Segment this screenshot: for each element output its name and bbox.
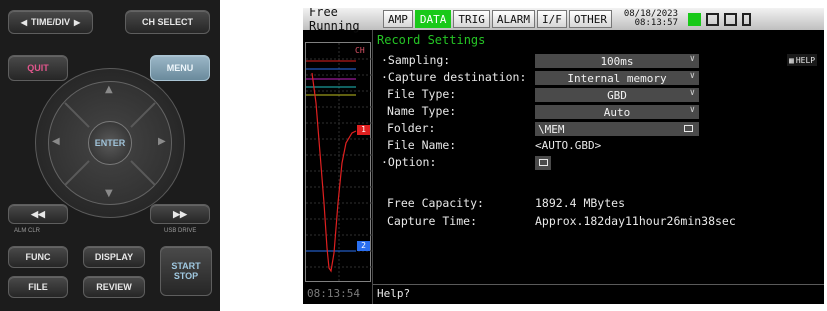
help-label: HELP — [795, 55, 816, 65]
folder-label: Folder: — [387, 121, 436, 135]
qr-icon: ▦ — [789, 55, 794, 65]
fast-forward-button[interactable]: ▶▶ — [150, 204, 210, 224]
stop-label: STOP — [173, 271, 199, 281]
sampling-label: ·Sampling: — [381, 53, 451, 67]
file-name-value: <AUTO.GBD> — [535, 139, 602, 152]
rewind-button[interactable]: ◀◀ — [8, 204, 68, 224]
device-screen: Free Running AMP DATA TRIG ALARM I/F OTH… — [303, 8, 824, 304]
option-window-icon — [539, 159, 548, 166]
alm-clr-label: ALM CLR — [14, 228, 41, 234]
capture-time-label: Capture Time: — [387, 214, 478, 228]
option-button[interactable] — [535, 156, 551, 170]
datetime: 08/18/2023 08:13:57 — [622, 10, 678, 28]
capture-time-value: Approx.182day11hour26min38sec — [535, 214, 736, 228]
computer-icon — [724, 12, 737, 26]
device-control-panel: ◀ TIME/DIV ▶ CH SELECT QUIT MENU ▲ ▼ ◀ ▶… — [0, 0, 220, 311]
review-button[interactable]: REVIEW — [83, 276, 145, 298]
sampling-value: 100ms — [600, 54, 634, 68]
dpad-down-icon[interactable]: ▼ — [105, 188, 113, 199]
free-capacity-value: 1892.4 MBytes — [535, 196, 626, 210]
free-capacity-label: Free Capacity: — [387, 196, 484, 210]
lock-icon — [742, 12, 751, 26]
name-type-label: Name Type: — [387, 104, 457, 118]
chevron-down-icon: ∨ — [689, 54, 695, 64]
name-type-select[interactable]: Auto ∨ — [535, 105, 699, 119]
folder-value: \MEM — [538, 122, 565, 136]
tab-trig[interactable]: TRIG — [453, 10, 490, 28]
chevron-down-icon: ∨ — [689, 71, 695, 81]
fast-forward-icon: ▶▶ — [173, 208, 187, 219]
name-type-value: Auto — [603, 105, 631, 119]
ch-select-button[interactable]: CH SELECT — [125, 10, 210, 34]
tab-amp[interactable]: AMP — [383, 10, 413, 28]
capture-destination-value: Internal memory — [567, 71, 667, 85]
dpad-left-icon[interactable]: ◀ — [52, 136, 60, 147]
menu-button[interactable]: MENU — [150, 55, 210, 81]
help-bar: Help? — [373, 284, 824, 304]
display-button[interactable]: DISPLAY — [83, 246, 145, 268]
quit-button[interactable]: QUIT — [8, 55, 68, 81]
enter-button[interactable]: ENTER — [88, 121, 132, 165]
arrow-right-icon: ▶ — [74, 17, 81, 27]
tab-data[interactable]: DATA — [414, 10, 452, 28]
list-view-icon[interactable] — [688, 12, 701, 26]
rewind-icon: ◀◀ — [31, 208, 45, 219]
channel-2-marker: 2 — [357, 241, 370, 251]
sampling-select[interactable]: 100ms ∨ — [535, 54, 699, 68]
capture-destination-label: ·Capture destination: — [381, 70, 527, 84]
tab-other[interactable]: OTHER — [568, 10, 612, 28]
file-type-value: GBD — [607, 88, 627, 102]
channel-1-marker: 1 — [357, 125, 370, 135]
mode-label: Free Running — [309, 8, 360, 33]
time-text: 08:13:57 — [634, 18, 678, 28]
tab-bar: Free Running AMP DATA TRIG ALARM I/F OTH… — [303, 8, 824, 33]
tab-alarm[interactable]: ALARM — [491, 10, 535, 28]
time-div-label: TIME/DIV — [30, 17, 70, 27]
section-title: Record Settings — [377, 33, 486, 47]
folder-field[interactable]: \MEM — [535, 122, 699, 136]
tab-if[interactable]: I/F — [537, 10, 567, 28]
file-name-label: File Name: — [387, 138, 457, 152]
start-label: START — [171, 261, 201, 271]
chevron-down-icon: ∨ — [689, 105, 695, 115]
option-label: ·Option: — [381, 155, 437, 169]
folder-browse-icon — [684, 125, 693, 132]
divider — [372, 30, 373, 304]
capture-destination-select[interactable]: Internal memory ∨ — [535, 71, 699, 85]
start-stop-button[interactable]: START STOP — [160, 246, 212, 296]
time-div-button[interactable]: ◀ TIME/DIV ▶ — [8, 10, 93, 34]
file-button[interactable]: FILE — [8, 276, 68, 298]
dpad-up-icon[interactable]: ▲ — [105, 84, 113, 95]
arrow-left-icon: ◀ — [20, 17, 27, 27]
func-button[interactable]: FUNC — [8, 246, 68, 268]
file-type-label: File Type: — [387, 87, 457, 101]
dpad-right-icon[interactable]: ▶ — [158, 136, 166, 147]
usb-drive-label: USB DRIVE — [164, 228, 197, 234]
help-button[interactable]: ▦ HELP — [787, 54, 818, 66]
channel-label: CH — [355, 46, 365, 55]
status-icons — [688, 12, 751, 26]
clock-readout: 08:13:54 — [307, 287, 360, 300]
file-type-select[interactable]: GBD ∨ — [535, 88, 699, 102]
help-prompt: Help? — [377, 287, 411, 300]
chevron-down-icon: ∨ — [689, 88, 695, 98]
memory-card-icon — [706, 12, 719, 26]
